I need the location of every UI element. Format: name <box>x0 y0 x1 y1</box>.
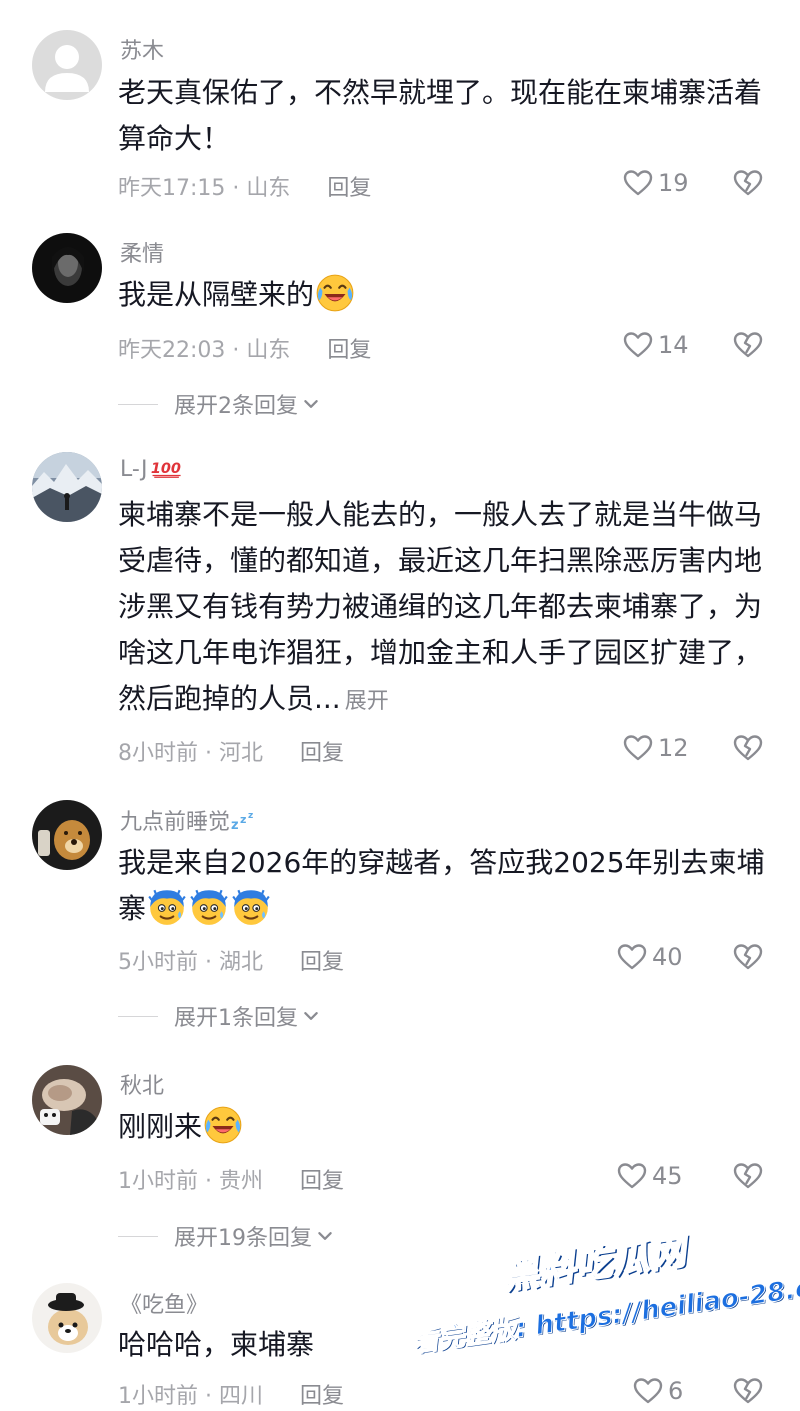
comment-text: 老天真保佑了，不然早就埋了。现在能在柬埔寨活着算命大！ <box>118 76 763 155</box>
comment-meta: 昨天22:03 · 山东 回复 <box>118 332 371 364</box>
sweat-smile-emoji <box>188 886 230 928</box>
dislike-button[interactable] <box>732 941 764 977</box>
comment-time: 昨天22:03 <box>118 338 226 363</box>
heart-outline-icon <box>622 732 654 764</box>
username[interactable]: 九点前睡觉 <box>120 804 260 836</box>
like-count: 14 <box>658 331 689 359</box>
like-button[interactable]: 45 <box>616 1160 683 1192</box>
comment-time: 5小时前 <box>118 950 198 975</box>
dislike-button[interactable] <box>732 1160 764 1196</box>
like-button[interactable]: 12 <box>622 732 689 764</box>
laugh-cry-emoji <box>202 1104 244 1146</box>
like-button[interactable]: 6 <box>632 1375 683 1407</box>
hundred-points-emoji <box>150 456 184 478</box>
comment-meta: 8小时前 · 河北 回复 <box>118 735 344 767</box>
reply-button[interactable]: 回复 <box>327 176 371 201</box>
like-count: 6 <box>668 1377 684 1405</box>
heart-outline-icon <box>622 167 654 199</box>
comment-location: 山东 <box>246 338 291 363</box>
zzz-emoji <box>230 809 260 831</box>
expand-replies-label: 展开1条回复 <box>174 1006 298 1031</box>
expand-replies-label: 展开19条回复 <box>174 1226 312 1251</box>
comment-text: 我是从隔壁来的 <box>118 272 773 318</box>
chevron-down-icon <box>316 1227 334 1245</box>
heart-outline-icon <box>616 941 648 973</box>
comment-text: 柬埔寨不是一般人能去的，一般人去了就是当牛做马受虐待，懂的都知道，最近这几年扫黑… <box>118 498 763 715</box>
broken-heart-icon <box>732 732 764 764</box>
like-count: 19 <box>658 169 689 197</box>
comment-location: 河北 <box>219 741 264 766</box>
username[interactable]: 柔情 <box>120 236 164 268</box>
meta-separator: · <box>205 741 212 766</box>
like-count: 45 <box>652 1162 683 1190</box>
comment-location: 四川 <box>219 1384 264 1409</box>
chevron-down-icon <box>302 1007 320 1025</box>
comment-time: 1小时前 <box>118 1384 198 1409</box>
meta-separator: · <box>205 1384 212 1409</box>
laugh-cry-emoji <box>314 272 356 314</box>
divider-line <box>118 1235 158 1237</box>
expand-text-button[interactable]: 展开 <box>345 689 389 714</box>
like-button[interactable]: 19 <box>622 167 689 199</box>
avatar[interactable] <box>32 1283 102 1353</box>
meta-separator: · <box>232 338 240 363</box>
sweat-smile-emoji <box>146 886 188 928</box>
comment-text: 刚刚来 <box>118 1104 773 1150</box>
comment-time: 8小时前 <box>118 741 198 766</box>
expand-replies-button[interactable]: 展开2条回复 <box>118 388 320 420</box>
username[interactable]: 《吃鱼》 <box>120 1287 208 1319</box>
reply-button[interactable]: 回复 <box>300 1384 344 1409</box>
like-count: 40 <box>652 943 683 971</box>
comment-time: 1小时前 <box>118 1169 198 1194</box>
expand-replies-label: 展开2条回复 <box>174 394 298 419</box>
comment-meta: 1小时前 · 贵州 回复 <box>118 1163 344 1195</box>
heart-outline-icon <box>616 1160 648 1192</box>
comment-meta: 昨天17:15 · 山东 回复 <box>118 170 371 202</box>
meta-separator: · <box>205 1169 212 1194</box>
dislike-button[interactable] <box>732 1375 764 1411</box>
comment-location: 贵州 <box>219 1169 264 1194</box>
like-button[interactable]: 14 <box>622 329 689 361</box>
comment-location: 湖北 <box>219 950 264 975</box>
comment-text: 我是来自2026年的穿越者，答应我2025年别去柬埔寨 <box>118 840 773 932</box>
reply-button[interactable]: 回复 <box>300 741 344 766</box>
divider-line <box>118 1015 158 1017</box>
comment-time: 昨天17:15 <box>118 176 226 201</box>
broken-heart-icon <box>732 941 764 973</box>
meta-separator: · <box>205 950 212 975</box>
avatar[interactable] <box>32 800 102 870</box>
avatar[interactable] <box>32 30 102 100</box>
reply-button[interactable]: 回复 <box>300 1169 344 1194</box>
heart-outline-icon <box>622 329 654 361</box>
comment-location: 山东 <box>246 176 291 201</box>
reply-button[interactable]: 回复 <box>300 950 344 975</box>
avatar[interactable] <box>32 233 102 303</box>
dislike-button[interactable] <box>732 329 764 365</box>
expand-replies-button[interactable]: 展开1条回复 <box>118 1000 320 1032</box>
username[interactable]: 苏木 <box>120 33 164 65</box>
username[interactable]: 秋北 <box>120 1068 164 1100</box>
avatar[interactable] <box>32 1065 102 1135</box>
dislike-button[interactable] <box>732 167 764 203</box>
divider-line <box>118 403 158 405</box>
broken-heart-icon <box>732 1375 764 1407</box>
broken-heart-icon <box>732 329 764 361</box>
dislike-button[interactable] <box>732 732 764 768</box>
comment-meta: 5小时前 · 湖北 回复 <box>118 944 344 976</box>
broken-heart-icon <box>732 1160 764 1192</box>
chevron-down-icon <box>302 395 320 413</box>
reply-button[interactable]: 回复 <box>327 338 371 363</box>
like-count: 12 <box>658 734 689 762</box>
avatar[interactable] <box>32 452 102 522</box>
sweat-smile-emoji <box>230 886 272 928</box>
comment-meta: 1小时前 · 四川 回复 <box>118 1378 344 1410</box>
username[interactable]: L-J <box>120 456 184 482</box>
expand-replies-button[interactable]: 展开19条回复 <box>118 1220 334 1252</box>
meta-separator: · <box>232 176 240 201</box>
like-button[interactable]: 40 <box>616 941 683 973</box>
broken-heart-icon <box>732 167 764 199</box>
heart-outline-icon <box>632 1375 664 1407</box>
